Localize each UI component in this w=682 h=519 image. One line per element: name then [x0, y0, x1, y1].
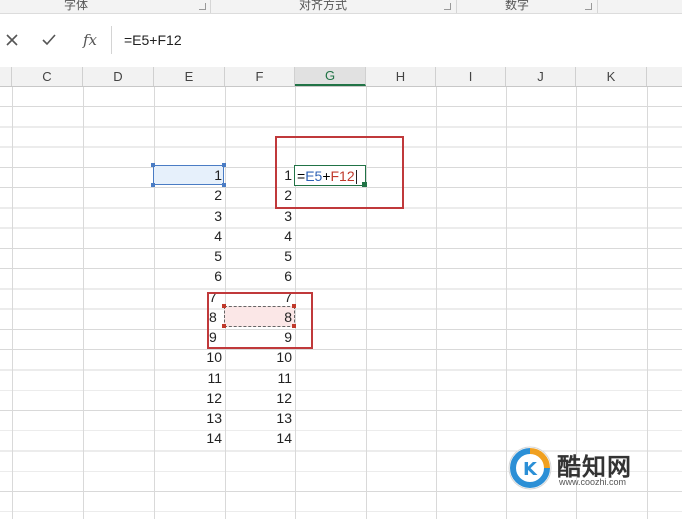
- cell-f17[interactable]: 13: [225, 408, 295, 428]
- column-headers: C D E F G H I J K: [0, 67, 682, 87]
- column-header-d[interactable]: D: [83, 67, 154, 86]
- cell-f18[interactable]: 14: [225, 428, 295, 448]
- grid-line: [83, 87, 84, 519]
- grid-line: [436, 87, 437, 519]
- alignment-dialog-launcher-icon[interactable]: [444, 3, 451, 10]
- cell-e16[interactable]: 12: [154, 388, 225, 408]
- cell-e7[interactable]: 3: [154, 206, 225, 226]
- cell-f15[interactable]: 11: [225, 368, 295, 388]
- formula-bar: fx: [0, 14, 682, 64]
- ribbon-group-font: 字体: [64, 0, 89, 12]
- ribbon-divider: [597, 0, 598, 13]
- column-header-partial[interactable]: [647, 67, 682, 86]
- watermark-logo-icon: K: [508, 446, 552, 490]
- svg-text:K: K: [523, 459, 538, 480]
- cell-f8[interactable]: 4: [225, 226, 295, 246]
- column-header-c[interactable]: C: [12, 67, 83, 86]
- ribbon-group-alignment: 对齐方式: [299, 0, 348, 12]
- ribbon-divider: [456, 0, 457, 13]
- grid-line: [154, 87, 155, 519]
- column-header-k[interactable]: K: [576, 67, 647, 86]
- cell-e10[interactable]: 6: [154, 266, 225, 286]
- cell-e8[interactable]: 4: [154, 226, 225, 246]
- font-dialog-launcher-icon[interactable]: [199, 3, 206, 10]
- cell-e5[interactable]: 1: [154, 165, 225, 185]
- watermark: K 酷知网 www.coozhi.com: [505, 443, 660, 493]
- column-header-e[interactable]: E: [154, 67, 225, 86]
- grid-line: [12, 87, 13, 519]
- annotation-box-f12: [207, 292, 313, 349]
- cell-e14[interactable]: 10: [154, 347, 225, 367]
- annotation-box-formula: [275, 136, 404, 209]
- column-header-i[interactable]: I: [436, 67, 506, 86]
- ribbon-group-number: 数字: [505, 0, 530, 12]
- check-icon: [42, 34, 56, 46]
- cell-e9[interactable]: 5: [154, 246, 225, 266]
- ribbon-group-labels: 字体 对齐方式 数字: [0, 0, 682, 14]
- cancel-button[interactable]: [1, 29, 23, 51]
- function-icon: fx: [82, 31, 97, 49]
- spreadsheet-window: 字体 对齐方式 数字 fx C D E F: [0, 0, 682, 519]
- column-header-g[interactable]: G: [295, 67, 366, 86]
- watermark-url: www.coozhi.com: [559, 477, 627, 487]
- cell-e17[interactable]: 13: [154, 408, 225, 428]
- cell-e15[interactable]: 11: [154, 368, 225, 388]
- cell-f14[interactable]: 10: [225, 347, 295, 367]
- cell-f10[interactable]: 6: [225, 266, 295, 286]
- insert-function-button[interactable]: fx: [79, 29, 101, 51]
- cell-f9[interactable]: 5: [225, 246, 295, 266]
- ribbon-divider: [210, 0, 211, 13]
- close-icon: [6, 34, 18, 46]
- enter-button[interactable]: [38, 29, 60, 51]
- cell-e18[interactable]: 14: [154, 428, 225, 448]
- column-header-f[interactable]: F: [225, 67, 295, 86]
- formula-bar-separator: [111, 26, 112, 54]
- number-dialog-launcher-icon[interactable]: [585, 3, 592, 10]
- column-header-h[interactable]: H: [366, 67, 436, 86]
- cell-f16[interactable]: 12: [225, 388, 295, 408]
- column-header-j[interactable]: J: [506, 67, 576, 86]
- formula-input[interactable]: [122, 31, 666, 49]
- column-header-partial[interactable]: [0, 67, 12, 86]
- cell-e6[interactable]: 2: [154, 185, 225, 205]
